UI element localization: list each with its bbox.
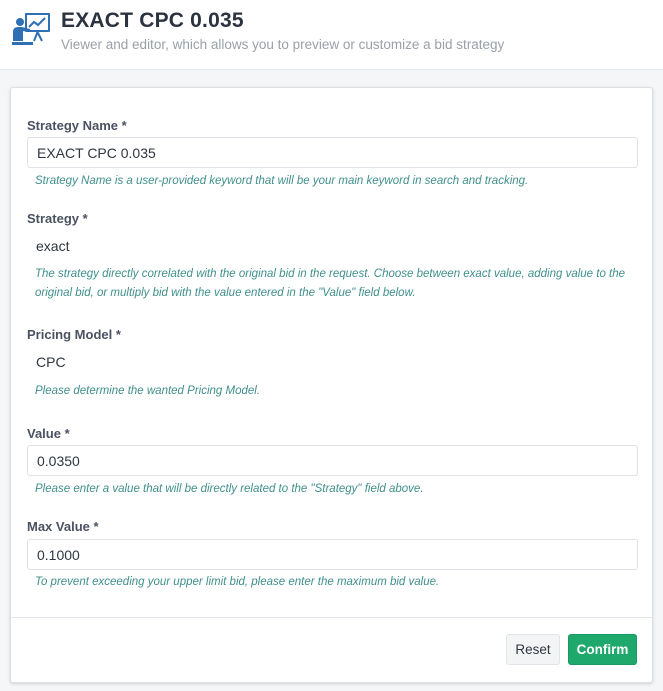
max-value-label: Max Value * bbox=[27, 519, 99, 534]
page-title: EXACT CPC 0.035 bbox=[61, 9, 244, 32]
strategy-help: The strategy directly correlated with th… bbox=[35, 268, 626, 299]
page-header: EXACT CPC 0.035 Viewer and editor, which… bbox=[0, 0, 663, 70]
strategy-name-label: Strategy Name * bbox=[27, 118, 127, 133]
pricing-model-value: CPC bbox=[36, 354, 66, 370]
footer-divider bbox=[11, 617, 652, 618]
strategy-label: Strategy * bbox=[27, 211, 88, 226]
strategy-editor-card: Strategy Name * Strategy Name is a user-… bbox=[10, 87, 653, 683]
strategy-name-help: Strategy Name is a user-provided keyword… bbox=[35, 175, 529, 187]
strategy-value: exact bbox=[36, 238, 70, 254]
max-value-input[interactable] bbox=[27, 539, 638, 570]
strategy-name-input[interactable] bbox=[27, 137, 638, 168]
pricing-model-label: Pricing Model * bbox=[27, 327, 121, 342]
pricing-model-help: Please determine the wanted Pricing Mode… bbox=[35, 385, 261, 397]
presenter-board-icon bbox=[12, 13, 50, 45]
page-subtitle: Viewer and editor, which allows you to p… bbox=[61, 37, 505, 52]
reset-button[interactable]: Reset bbox=[506, 634, 560, 665]
value-input[interactable] bbox=[27, 445, 638, 476]
value-help: Please enter a value that will be direct… bbox=[35, 483, 424, 495]
max-value-help: To prevent exceeding your upper limit bi… bbox=[35, 576, 440, 588]
confirm-button[interactable]: Confirm bbox=[568, 634, 637, 665]
value-label: Value * bbox=[27, 426, 70, 441]
